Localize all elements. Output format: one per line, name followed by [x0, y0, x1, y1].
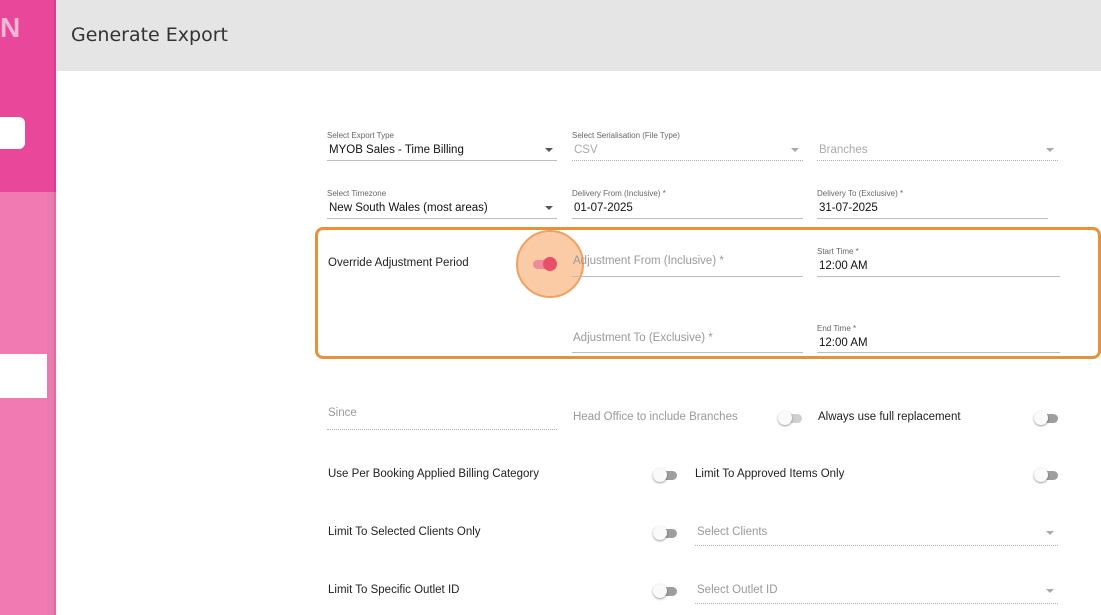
field-underline — [327, 160, 557, 161]
selected-clients-label: Limit To Selected Clients Only — [328, 526, 481, 538]
highlight-box — [315, 227, 1101, 359]
sidebar-search-input[interactable] — [0, 117, 25, 149]
sidebar-item-selected[interactable] — [0, 354, 47, 398]
toggle-thumb — [1034, 468, 1048, 482]
toggle-thumb — [653, 584, 667, 598]
specific-outlet-toggle[interactable] — [653, 583, 679, 599]
approved-items-label: Limit To Approved Items Only — [695, 468, 845, 480]
serialisation-select[interactable]: Select Serialisation (File Type) CSV — [572, 131, 803, 161]
sidebar: N — [0, 0, 56, 615]
logo: N — [0, 12, 21, 43]
field-underline — [817, 160, 1058, 161]
page-title: Generate Export — [71, 24, 228, 46]
delivery-to-input[interactable]: Delivery To (Exclusive) * 31-07-2025 — [817, 189, 1048, 219]
chevron-down-icon — [1046, 148, 1054, 152]
chevron-down-icon — [791, 148, 799, 152]
chevron-down-icon — [545, 206, 553, 210]
sidebar-shadow — [54, 0, 58, 615]
select-clients-placeholder: Select Clients — [697, 526, 768, 538]
head-office-label: Head Office to include Branches — [573, 411, 738, 423]
selected-clients-toggle[interactable] — [653, 525, 679, 541]
field-underline — [572, 218, 803, 219]
approved-items-toggle[interactable] — [1034, 467, 1060, 483]
chevron-down-icon — [1046, 589, 1054, 593]
specific-outlet-label: Limit To Specific Outlet ID — [328, 584, 460, 596]
field-underline — [695, 545, 1058, 546]
full-replacement-toggle[interactable] — [1034, 410, 1060, 426]
since-input[interactable]: Since — [327, 403, 557, 430]
delivery-from-label: Delivery From (Inclusive) * — [572, 189, 666, 198]
delivery-to-value: 31-07-2025 — [819, 202, 878, 214]
timezone-value: New South Wales (most areas) — [329, 202, 488, 214]
timezone-select[interactable]: Select Timezone New South Wales (most ar… — [327, 189, 557, 219]
timezone-label: Select Timezone — [327, 189, 387, 198]
serialisation-value: CSV — [574, 144, 598, 156]
toggle-thumb — [1034, 411, 1048, 425]
toggle-thumb — [653, 468, 667, 482]
branches-select[interactable]: Branches — [817, 131, 1058, 161]
field-underline — [327, 429, 557, 430]
per-booking-toggle[interactable] — [653, 467, 679, 483]
delivery-to-label: Delivery To (Exclusive) * — [817, 189, 904, 198]
serialisation-label: Select Serialisation (File Type) — [572, 131, 680, 140]
sidebar-header: N — [0, 0, 56, 192]
toggle-thumb — [653, 526, 667, 540]
select-clients-dropdown[interactable]: Select Clients — [695, 517, 1058, 546]
head-office-toggle[interactable] — [778, 410, 804, 426]
select-outlet-dropdown[interactable]: Select Outlet ID — [695, 575, 1058, 604]
branches-placeholder: Branches — [819, 144, 868, 156]
export-type-select[interactable]: Select Export Type MYOB Sales - Time Bil… — [327, 131, 557, 161]
since-placeholder: Since — [328, 407, 357, 419]
page-header: Generate Export — [56, 0, 1101, 71]
field-underline — [817, 218, 1048, 219]
export-type-value: MYOB Sales - Time Billing — [329, 144, 464, 156]
field-underline — [572, 160, 803, 161]
select-outlet-placeholder: Select Outlet ID — [697, 584, 778, 596]
delivery-from-value: 01-07-2025 — [574, 202, 633, 214]
full-replacement-label: Always use full replacement — [818, 411, 961, 423]
export-type-label: Select Export Type — [327, 131, 394, 140]
field-underline — [695, 603, 1058, 604]
chevron-down-icon — [1046, 531, 1054, 535]
toggle-thumb — [778, 411, 792, 425]
delivery-from-input[interactable]: Delivery From (Inclusive) * 01-07-2025 — [572, 189, 803, 219]
per-booking-label: Use Per Booking Applied Billing Category — [328, 468, 539, 480]
chevron-down-icon — [545, 148, 553, 152]
field-underline — [327, 218, 557, 219]
